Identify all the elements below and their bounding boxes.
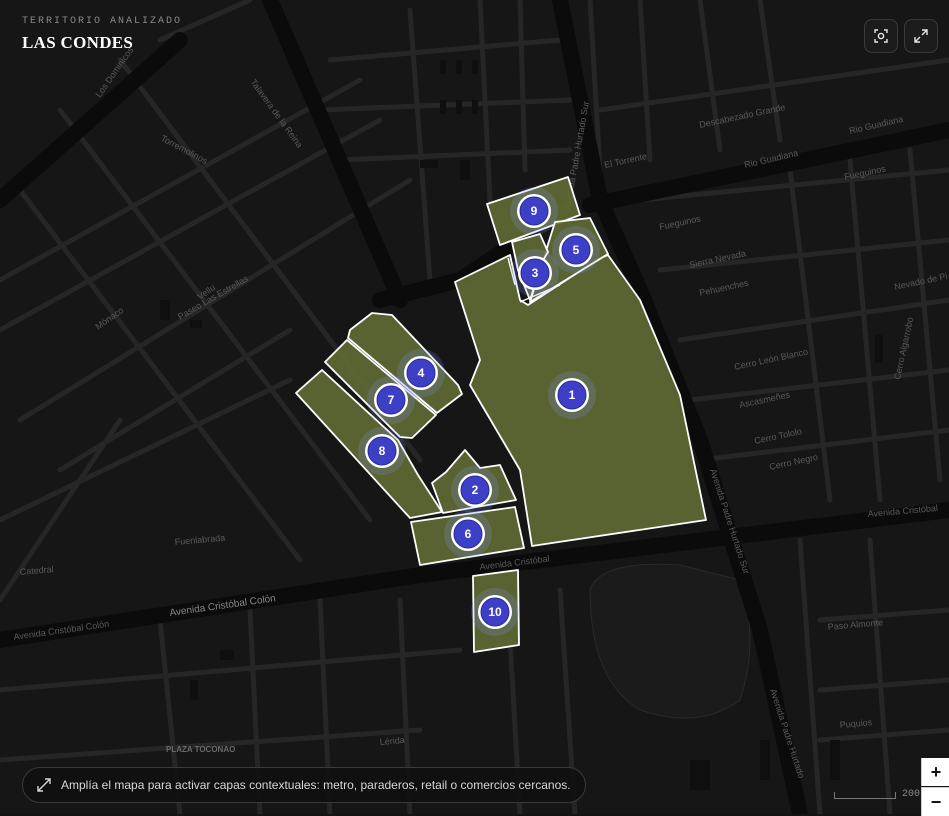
marker-3[interactable]: 3 [511,249,559,297]
marker-8[interactable]: 8 [358,427,406,475]
svg-text:5: 5 [573,243,580,257]
marker-9[interactable]: 9 [510,187,558,235]
marker-2[interactable]: 2 [451,466,499,514]
expand-button[interactable] [904,19,938,53]
zoom-out-button[interactable]: − [921,787,949,816]
svg-text:4: 4 [418,366,425,380]
focus-scan-icon [874,29,888,43]
marker-6[interactable]: 6 [444,510,492,558]
svg-text:2: 2 [472,483,479,497]
scale-label: 200 [902,789,921,800]
svg-text:8: 8 [379,444,386,458]
marker-10[interactable]: 10 [471,588,519,636]
map-canvas[interactable]: Avenida Cristóbal Colón Avenida Cristóba… [0,0,949,814]
zoom-hint-banner: Amplía el mapa para activar capas contex… [22,767,586,803]
scale-bar [834,792,896,799]
marker-7[interactable]: 7 [367,376,415,424]
svg-text:PLAZA TOCONAO: PLAZA TOCONAO [166,745,235,754]
svg-text:1: 1 [569,388,576,402]
svg-text:7: 7 [388,393,395,407]
marker-5[interactable]: 5 [552,226,600,274]
zoom-hint-text: Amplía el mapa para activar capas contex… [61,778,571,792]
territory-kicker: TERRITORIO ANALIZADO [22,16,183,27]
focus-button[interactable] [864,19,898,53]
svg-text:3: 3 [532,266,539,280]
expand-diagonal-icon [37,778,51,792]
marker-1[interactable]: 1 [548,371,596,419]
zoom-in-button[interactable]: + [921,758,949,786]
expand-icon [914,29,928,43]
territory-header: TERRITORIO ANALIZADO LAS CONDES [22,16,182,53]
svg-text:9: 9 [531,204,538,218]
territory-title: LAS CONDES [22,33,134,52]
svg-text:6: 6 [465,527,472,541]
svg-text:10: 10 [488,605,502,619]
